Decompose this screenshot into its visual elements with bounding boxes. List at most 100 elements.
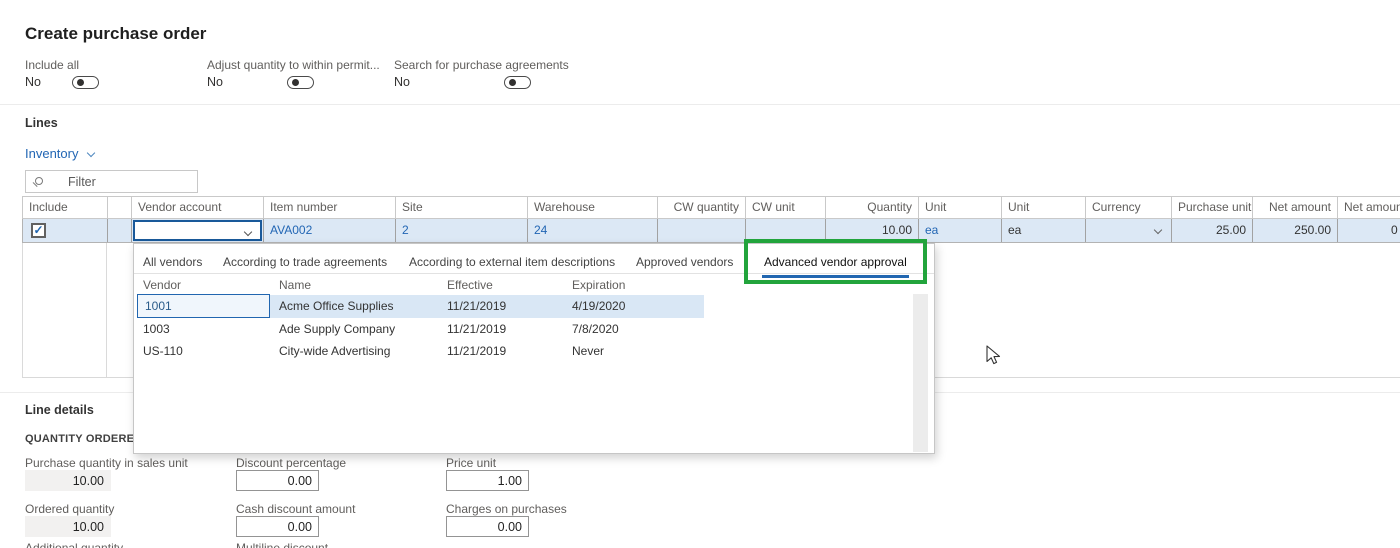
vendor-effective: 11/21/2019 xyxy=(447,299,507,313)
grid-header-row: Include Vendor account Item number Site … xyxy=(22,196,1400,219)
grid-column-separator xyxy=(106,243,107,377)
include-checkbox[interactable]: ✓ xyxy=(31,223,46,238)
toggle-knob-icon xyxy=(292,79,300,86)
vendor-effective: 11/21/2019 xyxy=(447,322,507,336)
vendor-expiration: 7/8/2020 xyxy=(572,322,619,336)
site-link[interactable]: 2 xyxy=(402,223,409,237)
tab-external-item-descriptions[interactable]: According to external item descriptions xyxy=(409,255,615,269)
create-purchase-order-dialog: Create purchase order Include all No Adj… xyxy=(0,0,1400,548)
annotation-highlight-box xyxy=(744,239,927,284)
chevron-down-icon[interactable] xyxy=(243,227,253,237)
grid-border-left xyxy=(22,243,23,377)
page-title: Create purchase order xyxy=(25,24,207,43)
tab-approved-vendors[interactable]: Approved vendors xyxy=(636,255,733,269)
tab-all-vendors[interactable]: All vendors xyxy=(143,255,202,269)
col-header-net-amount-1[interactable]: Net amount xyxy=(1253,197,1338,218)
col-header-quantity[interactable]: Quantity xyxy=(826,197,919,218)
adjust-quantity-toggle[interactable] xyxy=(287,76,315,89)
item-number-cell: AVA002 xyxy=(264,219,396,242)
vendor-account-cell xyxy=(132,219,264,242)
vendor-id: US-110 xyxy=(143,344,183,358)
purchase-qty-sales-unit-label: Purchase quantity in sales unit xyxy=(25,456,188,470)
charges-on-purchases-input[interactable] xyxy=(446,516,529,537)
vendor-id: 1001 xyxy=(145,299,172,313)
price-unit-label: Price unit xyxy=(446,456,497,470)
warehouse-cell: 24 xyxy=(528,219,658,242)
col-header-vendor-account[interactable]: Vendor account xyxy=(132,197,264,218)
col-header-purchase-unit-price[interactable]: Purchase unit... xyxy=(1172,197,1253,218)
mouse-cursor-icon xyxy=(986,345,1001,365)
item-number-link[interactable]: AVA002 xyxy=(270,223,312,237)
adjust-quantity-value: No xyxy=(207,75,223,89)
inventory-link-label[interactable]: Inventory xyxy=(25,146,78,161)
price-unit-input[interactable] xyxy=(446,470,529,491)
vendor-expiration: 4/19/2020 xyxy=(572,299,626,313)
popup-scrollbar[interactable] xyxy=(913,294,928,452)
vendor-row-us-110[interactable]: US-110 City-wide Advertising 11/21/2019 … xyxy=(138,340,704,363)
filter-input[interactable] xyxy=(68,171,193,192)
col-header-currency[interactable]: Currency xyxy=(1086,197,1172,218)
vendor-name: Acme Office Supplies xyxy=(279,299,394,313)
ordered-quantity-label: Ordered quantity xyxy=(25,502,115,516)
col-header-cw-quantity[interactable]: CW quantity xyxy=(658,197,746,218)
cw-quantity-cell[interactable] xyxy=(658,219,746,242)
popup-col-name: Name xyxy=(279,278,312,292)
popup-col-vendor: Vendor xyxy=(143,278,182,292)
section-divider xyxy=(0,104,1400,105)
line-details-heading: Line details xyxy=(25,403,94,417)
include-all-value: No xyxy=(25,75,41,89)
col-header-include[interactable]: Include xyxy=(23,197,108,218)
site-cell: 2 xyxy=(396,219,528,242)
blank-cell xyxy=(108,219,132,242)
tab-trade-agreements[interactable]: According to trade agreements xyxy=(223,255,387,269)
search-agreements-toggle[interactable] xyxy=(503,76,531,89)
inventory-view-selector[interactable]: Inventory xyxy=(25,146,96,161)
purchase-unit-price-cell[interactable]: 25.00 xyxy=(1172,219,1253,242)
col-header-cw-unit[interactable]: CW unit xyxy=(746,197,826,218)
adjust-quantity-label: Adjust quantity to within permit... xyxy=(207,58,380,72)
table-row: ✓ AVA002 2 24 10.00 ea ea 25.00 250.00 0 xyxy=(22,219,1400,243)
search-icon xyxy=(35,177,43,185)
vendor-row-1001[interactable]: 1001 Acme Office Supplies 11/21/2019 4/1… xyxy=(137,294,704,318)
lines-heading: Lines xyxy=(25,116,58,130)
discount-percentage-label: Discount percentage xyxy=(236,456,347,470)
vendor-effective: 11/21/2019 xyxy=(447,344,507,358)
popup-col-effective: Effective xyxy=(447,278,493,292)
clipped-label-1: Additional quantity xyxy=(25,541,124,548)
col-header-item-number[interactable]: Item number xyxy=(264,197,396,218)
col-header-unit-2[interactable]: Unit xyxy=(1002,197,1086,218)
discount-percentage-input[interactable] xyxy=(236,470,319,491)
vendor-account-combobox[interactable] xyxy=(133,220,262,241)
currency-cell[interactable] xyxy=(1086,219,1172,242)
cash-discount-amount-label: Cash discount amount xyxy=(236,502,356,516)
include-all-toggle[interactable] xyxy=(72,76,99,89)
vendor-name: Ade Supply Company xyxy=(279,322,396,336)
col-header-site[interactable]: Site xyxy=(396,197,528,218)
vendor-name: City-wide Advertising xyxy=(279,344,391,358)
cash-discount-amount-input[interactable] xyxy=(236,516,319,537)
search-agreements-value: No xyxy=(394,75,410,89)
vendor-row-1003[interactable]: 1003 Ade Supply Company 11/21/2019 7/8/2… xyxy=(138,318,704,341)
focused-cell: 1001 xyxy=(137,294,270,318)
col-header-net-amount-2[interactable]: Net amount xyxy=(1338,197,1400,218)
check-icon: ✓ xyxy=(33,223,44,237)
include-all-label: Include all xyxy=(25,58,80,72)
col-header-warehouse[interactable]: Warehouse xyxy=(528,197,658,218)
col-header-blank[interactable] xyxy=(108,197,132,218)
popup-col-expiration: Expiration xyxy=(572,278,626,292)
chevron-down-icon xyxy=(86,148,96,158)
col-header-unit-1[interactable]: Unit xyxy=(919,197,1002,218)
unit-cell-2[interactable]: ea xyxy=(1002,219,1086,242)
net-amount-cell-1[interactable]: 250.00 xyxy=(1253,219,1338,242)
toggle-knob-icon xyxy=(77,79,84,86)
grid-filter[interactable] xyxy=(25,170,198,193)
unit-link[interactable]: ea xyxy=(925,223,938,237)
clipped-label-2: Multiline discount xyxy=(236,541,329,548)
chevron-down-icon[interactable] xyxy=(1153,225,1163,235)
purchase-qty-sales-unit-input xyxy=(25,470,111,491)
net-amount-cell-2[interactable]: 0 xyxy=(1338,219,1400,242)
vendor-expiration: Never xyxy=(572,344,605,358)
charges-on-purchases-label: Charges on purchases xyxy=(446,502,567,516)
unit-cell-1: ea xyxy=(919,219,1002,242)
warehouse-link[interactable]: 24 xyxy=(534,223,547,237)
